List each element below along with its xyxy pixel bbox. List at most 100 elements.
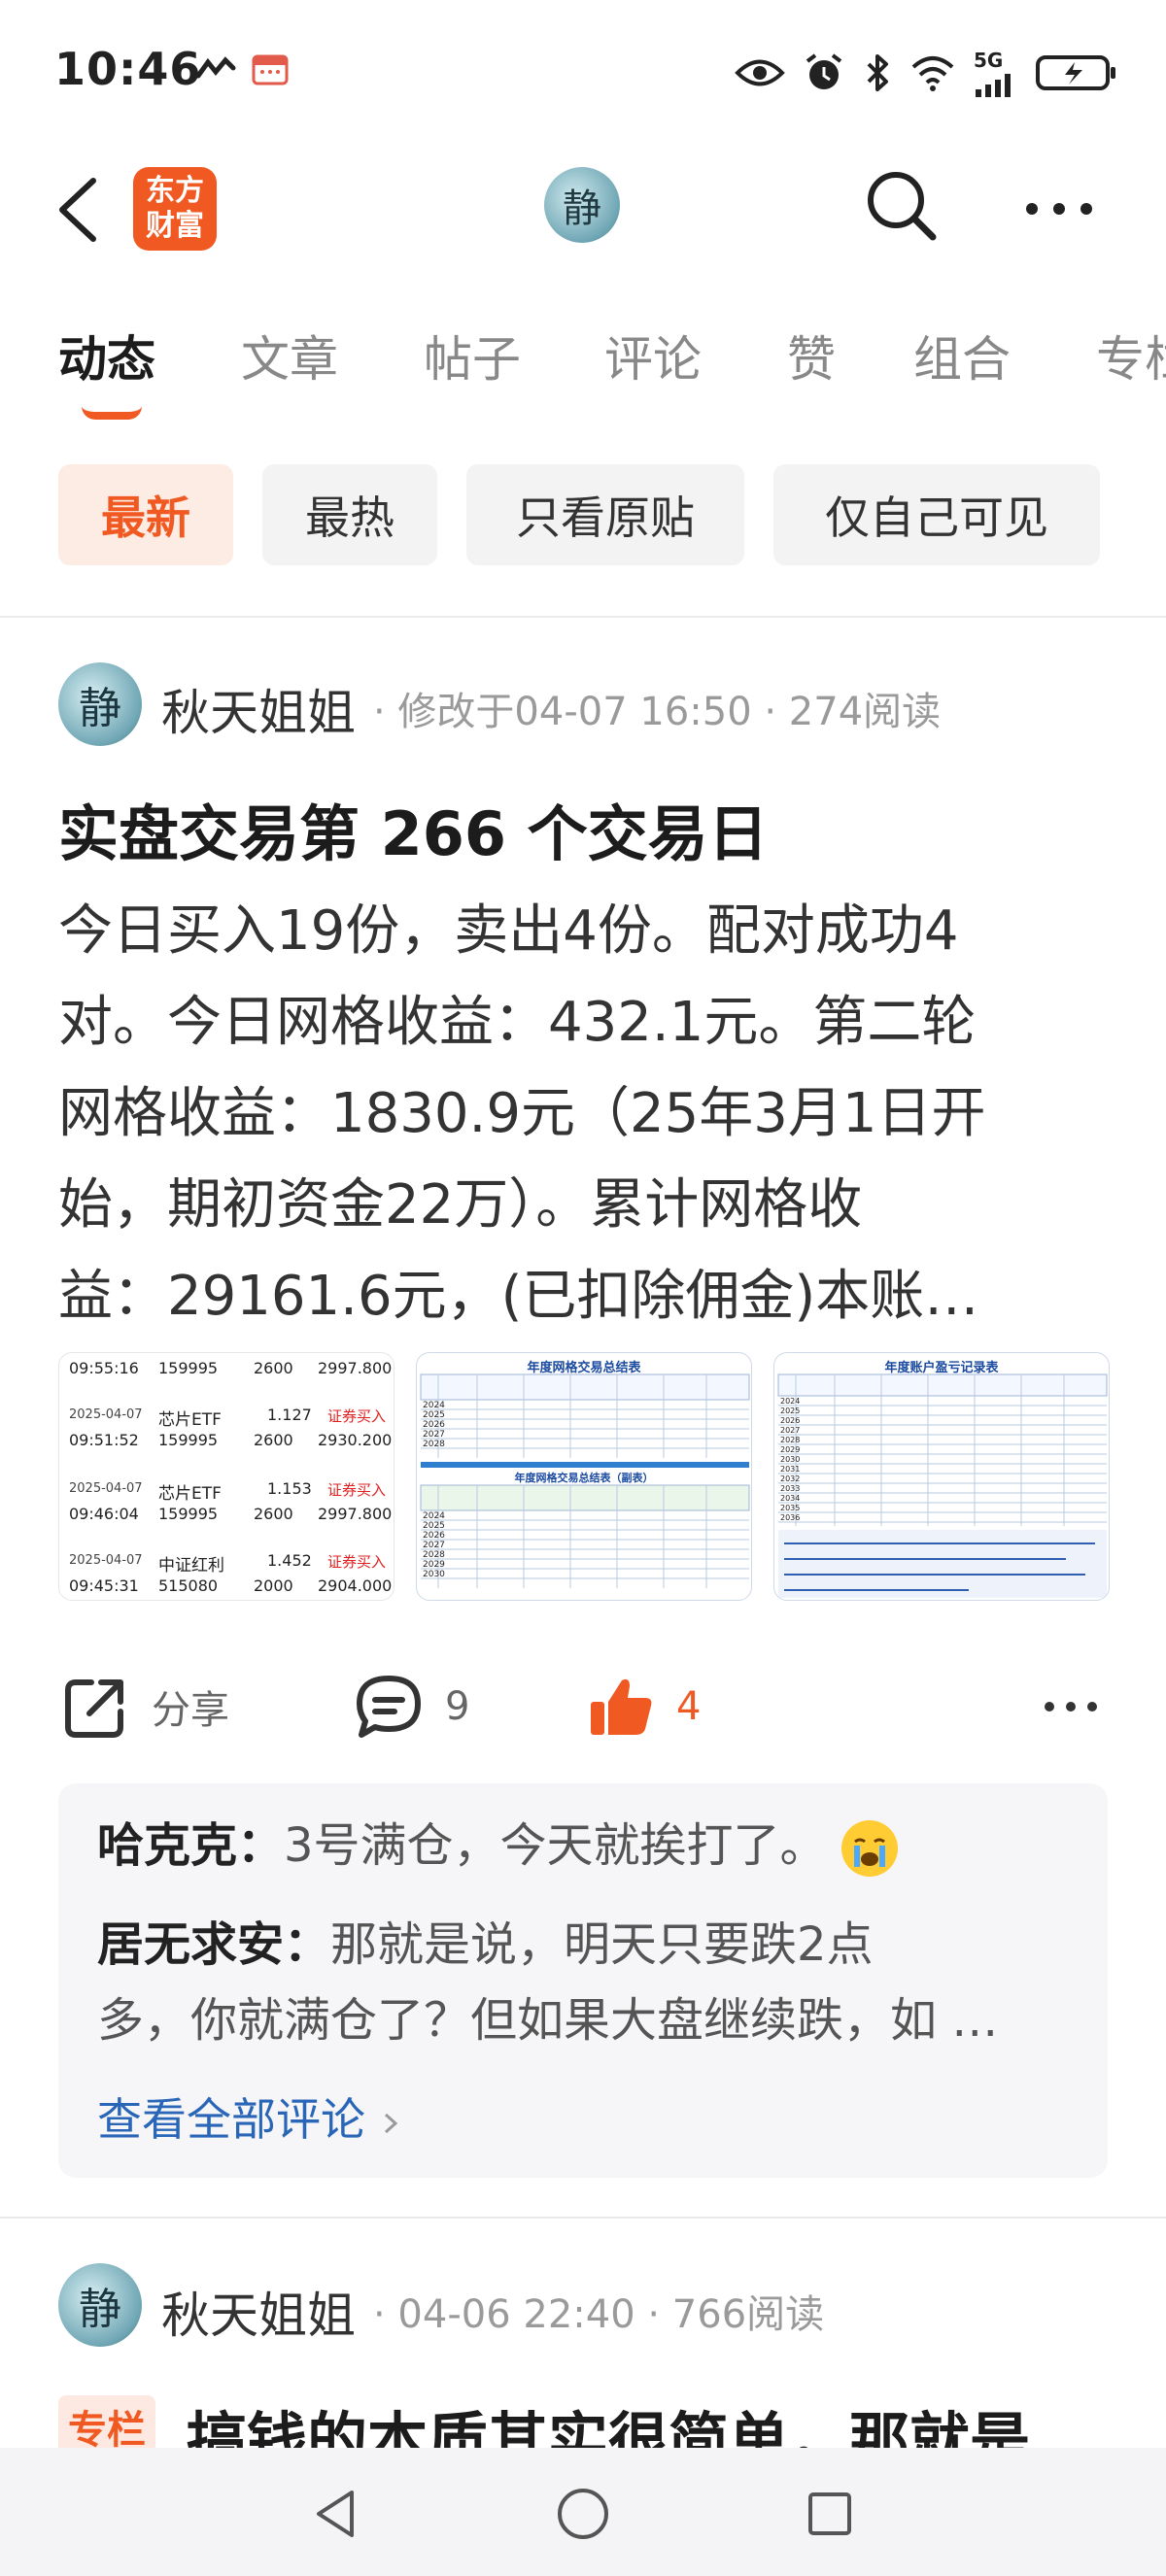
trade-amount: 2997.800 [318, 1505, 393, 1523]
author-avatar[interactable]: 静 [58, 662, 142, 746]
battery-charging-icon [1036, 54, 1117, 91]
wifi-icon [909, 53, 956, 92]
like-count: 4 [676, 1684, 702, 1729]
year-cell: 2029 [423, 1560, 445, 1570]
post-title[interactable]: 实盘交易第 266 个交易日 [58, 785, 769, 872]
view-all-comments-link[interactable]: 查看全部评论 [97, 2085, 401, 2149]
image-thumb-account-pnl[interactable]: 年度账户盈亏记录表 2024 2025 2026 2027 2028 2029 … [773, 1352, 1110, 1601]
triangle-back-icon [317, 2491, 354, 2537]
trade-price: 1.127 [267, 1406, 312, 1424]
post-more-button[interactable] [1040, 1673, 1102, 1741]
trade-qty: 2000 [254, 1576, 293, 1595]
header-avatar[interactable]: 静 [544, 167, 620, 243]
trade-date: 2025-04-07 [69, 1481, 143, 1496]
comment-text: 3号满仓，今天就挨打了。 [284, 1818, 827, 1873]
year-column: 2024 2025 2026 2027 2028 [423, 1401, 445, 1449]
year-cell: 2029 [780, 1445, 801, 1454]
status-icons-right: 5G [735, 49, 1117, 97]
trade-price: 1.452 [267, 1551, 312, 1570]
post-body[interactable]: 今日买入19份，卖出4份。配对成功4 对。今日网格收益：432.1元。第二轮 网… [58, 886, 1108, 1342]
share-button[interactable]: 分享 [62, 1673, 229, 1741]
signal-icon: 5G [974, 49, 1018, 97]
trade-qty: 2600 [254, 1505, 293, 1523]
comment-count: 9 [445, 1684, 470, 1729]
post-meta: · 04-06 22:40 · 766阅读 [373, 2292, 825, 2337]
view-all-label: 查看全部评论 [97, 2093, 365, 2146]
tab-active-indicator [82, 406, 142, 420]
author-avatar[interactable]: 静 [58, 2263, 142, 2347]
tab-likes[interactable]: 赞 [787, 321, 836, 390]
filter-original-only[interactable]: 只看原贴 [466, 464, 744, 565]
tab-comments[interactable]: 评论 [604, 321, 702, 390]
avatar-glyph: 静 [79, 2285, 121, 2334]
search-icon [868, 172, 937, 241]
trade-side: 证券买入 [327, 1481, 387, 1499]
like-button[interactable]: 4 [587, 1673, 701, 1741]
post-meta: · 修改于04-07 16:50 · 274阅读 [373, 690, 942, 734]
tab-dynamics[interactable]: 动态 [58, 321, 155, 390]
tab-articles[interactable]: 文章 [241, 321, 338, 390]
year-cell: 2033 [780, 1484, 801, 1493]
nav-home-button[interactable] [552, 2483, 614, 2545]
year-cell: 2024 [423, 1401, 445, 1410]
brand-logo[interactable]: 东方 财富 [133, 167, 217, 251]
pnl-table-lines [777, 1373, 1108, 1598]
trade-code: 515080 [158, 1576, 219, 1595]
trade-qty: 2600 [254, 1359, 293, 1377]
year-cell: 2034 [780, 1494, 801, 1503]
comment-author: 哈克克： [97, 1818, 285, 1873]
comment-item[interactable]: 居无求安：那就是说，明天只要跌2点 [97, 1904, 874, 1985]
share-icon [65, 1679, 123, 1738]
nav-back-button[interactable] [305, 2483, 367, 2545]
post-body-line: 对。今日网格收益：432.1元。第二轮 [58, 991, 977, 1054]
avatar-glyph: 静 [79, 684, 121, 733]
year-cell: 2024 [780, 1397, 801, 1406]
year-column: 2024 2025 2026 2027 2028 2029 2030 [423, 1511, 445, 1579]
filter-hot[interactable]: 最热 [262, 464, 437, 565]
year-cell: 2026 [423, 1531, 445, 1541]
table-title: 年度网格交易总结表（副表） [514, 1472, 654, 1484]
avatar-glyph: 静 [563, 186, 601, 231]
brand-line1: 东方 [146, 174, 204, 208]
more-icon [1026, 203, 1092, 215]
tab-column[interactable]: 专栏 [1096, 321, 1166, 390]
comment-button[interactable]: 9 [354, 1673, 469, 1741]
post-body-line: 始，期初资金22万）。累计网格收 [58, 1173, 863, 1237]
image-thumb-grid-summary[interactable]: 年度网格交易总结表 年度网格交易总结表（副表） 2024 2025 2026 2… [416, 1352, 752, 1601]
year-cell: 2036 [780, 1513, 801, 1522]
comment-icon [357, 1676, 421, 1738]
trade-time: 09:51:52 [69, 1431, 139, 1449]
trade-date: 2025-04-07 [69, 1407, 143, 1422]
trade-side: 证券买入 [327, 1553, 387, 1571]
share-label: 分享 [152, 1688, 229, 1733]
chevron-right-icon [384, 2113, 397, 2133]
search-button[interactable] [863, 167, 941, 245]
eye-icon [735, 56, 785, 89]
calendar-icon [251, 51, 290, 87]
author-name[interactable]: 秋天姐姐 [161, 674, 356, 744]
comment-item[interactable]: 哈克克：3号满仓，今天就挨打了。 [97, 1805, 898, 1886]
more-icon [1045, 1702, 1097, 1712]
trade-price: 1.153 [267, 1479, 312, 1498]
year-cell: 2025 [423, 1410, 445, 1420]
nav-recents-button[interactable] [799, 2483, 861, 2545]
tab-portfolio[interactable]: 组合 [913, 321, 1011, 390]
filter-private[interactable]: 仅自己可见 [773, 464, 1100, 565]
year-cell: 2028 [780, 1436, 801, 1444]
more-button[interactable] [1020, 185, 1098, 233]
trade-side: 证券买入 [327, 1407, 387, 1425]
thumbs-up-icon [591, 1678, 652, 1735]
post-body-line: 益：29161.6元，(已扣除佣金)本账… [58, 1265, 979, 1328]
filter-latest[interactable]: 最新 [58, 464, 233, 565]
author-name[interactable]: 秋天姐姐 [161, 2277, 356, 2347]
trade-amount: 2930.200 [318, 1431, 393, 1449]
trade-qty: 2600 [254, 1431, 293, 1449]
comment-continuation[interactable]: 多，你就满仓了？但如果大盘继续跌，如 … [97, 1980, 998, 2061]
back-button[interactable] [51, 175, 109, 243]
image-thumb-trades[interactable]: 09:55:16 159995 2600 2997.800 2025-04-07… [58, 1352, 394, 1601]
comment-author: 居无求安： [97, 1917, 331, 1972]
year-cell: 2028 [423, 1440, 445, 1449]
trade-amount: 2997.800 [318, 1359, 393, 1377]
tab-posts[interactable]: 帖子 [424, 321, 521, 390]
year-cell: 2027 [423, 1430, 445, 1440]
